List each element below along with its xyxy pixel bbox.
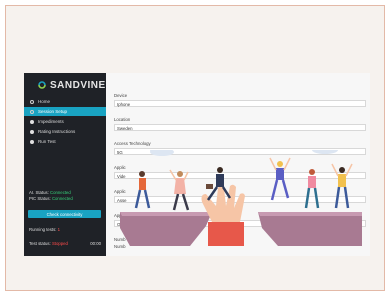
- sidebar-item-rating-instructions[interactable]: Rating Instructions: [24, 127, 106, 136]
- play-icon: [30, 139, 34, 144]
- location-label: Location: [114, 117, 131, 122]
- sidebar-item-home[interactable]: Home: [24, 97, 106, 106]
- connection-status: AI. Status: Connected PIC Status: Connec…: [29, 190, 73, 202]
- sidebar-item-run-test[interactable]: Run Test: [24, 137, 106, 146]
- sidebar-item-label: Run Test: [38, 139, 56, 144]
- location-field[interactable]: Sweden: [114, 124, 366, 131]
- pc-status-label: PIC Status:: [29, 196, 51, 201]
- logo-text: SANDVINE: [50, 79, 106, 91]
- sidebar-item-session-setup[interactable]: Session Setup: [24, 107, 106, 116]
- sidebar: SANDVINE Home Session Setup Impediments: [24, 73, 106, 256]
- device-label: Device: [114, 93, 128, 98]
- person-1: [134, 171, 151, 209]
- test-status-value: Stopped: [51, 241, 68, 246]
- sandvine-logo: SANDVINE: [37, 79, 106, 91]
- person-4: [269, 157, 291, 201]
- cloud-icon-2: [312, 150, 338, 154]
- sidebar-item-label: Impediments: [38, 119, 64, 124]
- test-status: Test status: Stopped 00:00: [29, 241, 103, 246]
- sidebar-item-impediments[interactable]: Impediments: [24, 117, 106, 126]
- running-tests-count: 1: [57, 227, 61, 232]
- sidebar-item-label: Home: [38, 99, 51, 104]
- pc-status-value: Connected: [51, 196, 73, 201]
- logo-icon: [38, 81, 46, 89]
- person-6: [331, 163, 353, 209]
- check-connectivity-button[interactable]: Check connectivity: [28, 210, 101, 218]
- person-5: [304, 169, 320, 209]
- ai-status-value: Connected: [50, 190, 71, 195]
- pc-status-row: PIC Status: Connected: [29, 196, 73, 202]
- left-cliff-top: [120, 212, 212, 216]
- device-field[interactable]: Iphone: [114, 100, 366, 107]
- cloud-icon: [150, 150, 174, 156]
- home-icon: [30, 99, 34, 104]
- sidebar-item-label: Rating Instructions: [38, 129, 76, 134]
- running-tests: Running tests: 1: [29, 227, 60, 232]
- slide-frame: SANDVINE Home Session Setup Impediments: [5, 5, 385, 291]
- person-2: [169, 169, 190, 211]
- info-icon: [30, 129, 34, 134]
- left-cliff: [120, 212, 212, 246]
- gear-icon: [30, 109, 34, 114]
- right-cliff-top: [258, 212, 362, 216]
- bridge-gap-illustration: [120, 150, 362, 246]
- access-technology-label: Access Technology: [114, 141, 151, 146]
- ai-status-label: AI. Status:: [29, 190, 49, 195]
- test-status-label: Test status:: [29, 241, 51, 246]
- right-cliff: [258, 212, 362, 246]
- running-tests-label: Running tests:: [29, 227, 57, 232]
- warning-icon: [30, 119, 34, 124]
- sidebar-item-label: Session Setup: [38, 109, 68, 114]
- sidebar-nav: Home Session Setup Impediments Rating In…: [24, 97, 106, 147]
